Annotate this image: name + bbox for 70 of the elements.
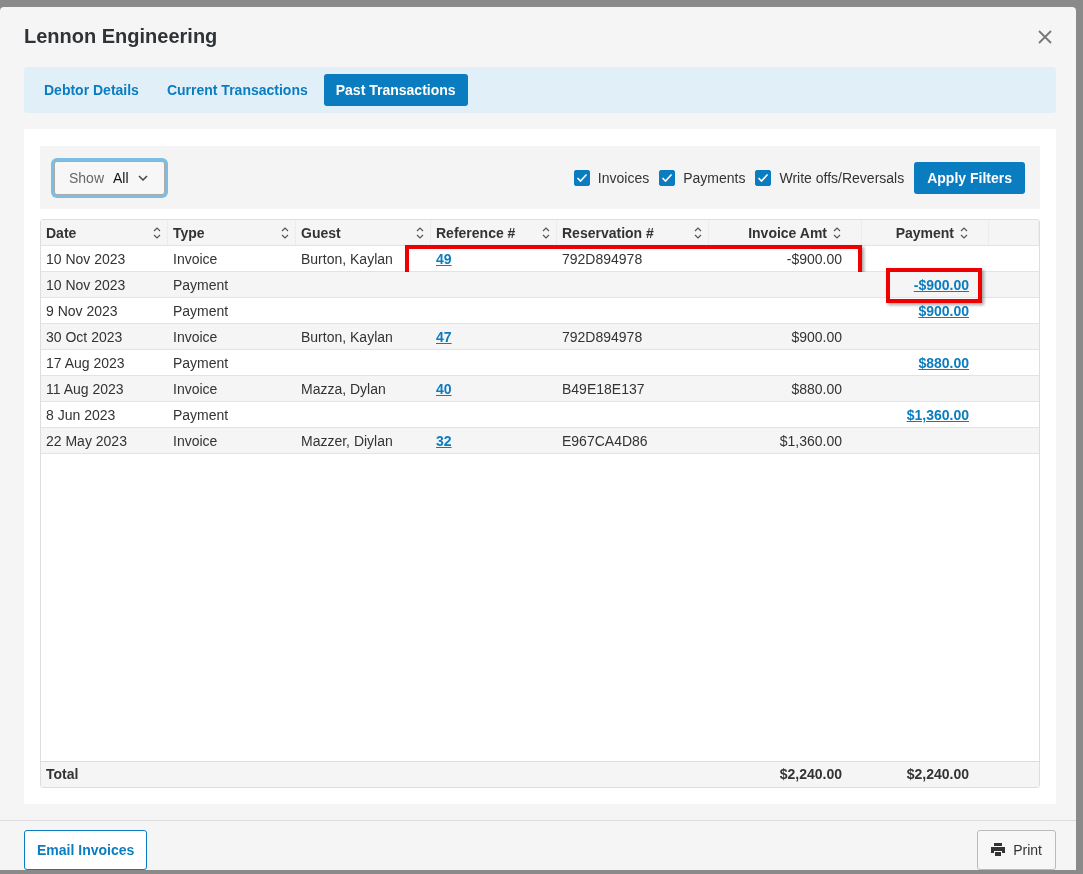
tab[interactable]: Debtor Details xyxy=(32,74,151,107)
table-cell-text: Invoice xyxy=(172,249,219,269)
table-cell: 792D894978 xyxy=(562,250,643,267)
total-invoice-amount: $2,240.00 xyxy=(778,765,843,785)
table-cell: $900.00 xyxy=(791,328,842,345)
reference-link[interactable]: 32 xyxy=(436,432,452,449)
tab[interactable]: Past Transactions xyxy=(323,74,468,107)
table-cell-text: 8 Jun 2023 xyxy=(45,405,117,425)
table-cell-text: 10 Nov 2023 xyxy=(45,275,127,295)
table-cell-text: Invoice xyxy=(172,327,219,347)
payment-link[interactable]: -$900.00 xyxy=(913,276,969,293)
reference-link[interactable]: 47 xyxy=(436,328,452,345)
sort-icon xyxy=(833,226,841,239)
checkbox[interactable] xyxy=(573,169,590,186)
total-label: Total xyxy=(45,765,80,785)
column-header[interactable]: Payment xyxy=(862,220,989,246)
column-header[interactable]: Reservation # xyxy=(557,220,709,246)
sort-icon xyxy=(153,226,161,239)
checkbox-label: Write offs/Reversals xyxy=(779,169,905,186)
table-cell: Burton, Kaylan xyxy=(301,328,393,345)
table-cell-text: 10 Nov 2023 xyxy=(45,249,127,269)
column-header[interactable]: Invoice Amt xyxy=(709,220,862,246)
table-cell: Burton, Kaylan xyxy=(301,250,393,267)
close-icon[interactable] xyxy=(1037,28,1053,45)
table-cell: $880.00 xyxy=(791,380,842,397)
table-cell: 792D894978 xyxy=(562,328,643,345)
table-cell-text: Payment xyxy=(172,353,230,373)
table-cell: E967CA4D86 xyxy=(562,432,648,449)
email-invoices-button[interactable]: Email Invoices xyxy=(24,830,148,870)
show-dropdown[interactable]: Show All xyxy=(54,160,165,195)
table-cell-text: 30 Oct 2023 xyxy=(45,327,124,347)
table-cell-text: Payment xyxy=(172,301,230,321)
table-cell-text: 22 May 2023 xyxy=(45,431,128,451)
table-cell-text: Invoice xyxy=(172,379,219,399)
chevron-down-icon xyxy=(137,174,148,181)
printer-icon xyxy=(991,843,1006,857)
apply-filters-button[interactable]: Apply Filters xyxy=(914,161,1025,194)
dialog-title: Lennon Engineering xyxy=(24,25,218,49)
column-header[interactable]: Guest xyxy=(296,220,431,246)
payment-link[interactable]: $1,360.00 xyxy=(906,406,969,423)
checkbox-label: Invoices xyxy=(597,169,650,186)
table-cell: B49E18E137 xyxy=(562,380,645,397)
sort-icon xyxy=(416,226,424,239)
checkbox[interactable] xyxy=(659,169,676,186)
column-header[interactable]: Date xyxy=(41,220,168,246)
table-cell-text: 17 Aug 2023 xyxy=(45,353,126,373)
column-header[interactable]: Type xyxy=(168,220,296,246)
total-payment: $2,240.00 xyxy=(905,765,970,785)
reference-link[interactable]: 49 xyxy=(436,250,452,267)
table-cell: $1,360.00 xyxy=(779,432,842,449)
reference-link[interactable]: 40 xyxy=(436,380,452,397)
print-button[interactable]: Print xyxy=(977,830,1056,870)
sort-icon xyxy=(960,226,968,239)
sort-icon xyxy=(542,226,550,239)
sort-icon xyxy=(281,226,289,239)
tab[interactable]: Current Transactions xyxy=(154,74,320,107)
payment-link[interactable]: $900.00 xyxy=(918,302,969,319)
table-cell: -$900.00 xyxy=(786,250,842,267)
checkbox[interactable] xyxy=(755,169,772,186)
payment-link[interactable]: $880.00 xyxy=(918,354,969,371)
table-cell-text: Payment xyxy=(172,405,230,425)
table-cell-text: 9 Nov 2023 xyxy=(45,301,119,321)
checkbox-label: Payments xyxy=(683,169,746,186)
table-cell-text: 11 Aug 2023 xyxy=(45,379,125,399)
table-cell-text: Payment xyxy=(172,275,230,295)
table-cell: Mazza, Dylan xyxy=(301,380,386,397)
sort-icon xyxy=(694,226,702,239)
table-cell: Mazzer, Diylan xyxy=(301,432,393,449)
table-cell-text: Invoice xyxy=(172,431,219,451)
column-header[interactable]: Reference # xyxy=(431,220,557,246)
